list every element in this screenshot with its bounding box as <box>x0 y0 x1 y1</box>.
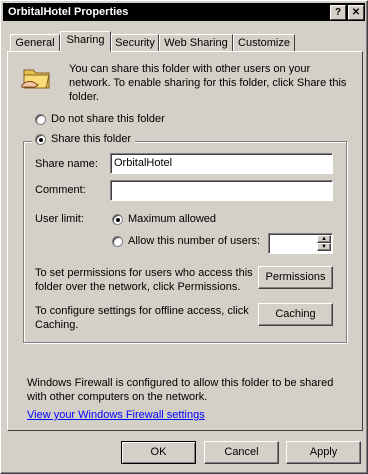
permissions-button-label: Permissions <box>265 271 326 283</box>
tab-customize[interactable]: Customize <box>233 34 295 52</box>
share-name-input[interactable]: OrbitalHotel <box>110 153 333 174</box>
caching-text-1: To configure settings for offline access… <box>35 305 249 317</box>
share-this-folder-label: Share this folder <box>51 133 132 145</box>
tab-general-label: General <box>15 37 55 49</box>
tab-sharing[interactable]: Sharing <box>60 31 111 52</box>
share-name-value: OrbitalHotel <box>114 157 173 169</box>
caching-text-2: Caching. <box>35 319 79 331</box>
tab-web-sharing-label: Web Sharing <box>164 37 228 49</box>
maximum-allowed-option[interactable]: Maximum allowed <box>112 213 242 227</box>
spin-up-button[interactable]: ▲ <box>317 235 331 243</box>
firewall-text-1: Windows Firewall is configured to allow … <box>27 377 334 389</box>
intro-line-3: folder. <box>69 91 99 103</box>
tab-customize-label: Customize <box>238 37 290 49</box>
caching-button[interactable]: Caching <box>258 303 333 326</box>
ok-button[interactable]: OK <box>121 441 196 464</box>
comment-label: Comment: <box>35 184 86 196</box>
comment-input[interactable] <box>110 180 333 201</box>
intro-line-1: You can share this folder with other use… <box>69 63 311 75</box>
tab-security[interactable]: Security <box>111 34 159 52</box>
apply-button-label: Apply <box>309 446 338 458</box>
properties-dialog: OrbitalHotel Properties ? ✕ General Shar… <box>0 0 368 474</box>
cancel-button-label: Cancel <box>224 446 259 458</box>
help-icon: ? <box>334 7 342 18</box>
spin-down-button[interactable]: ▼ <box>317 243 331 251</box>
maximum-allowed-label: Maximum allowed <box>128 213 217 225</box>
intro-line-2: network. To enable sharing for this fold… <box>69 77 347 89</box>
help-button[interactable]: ? <box>330 5 346 20</box>
apply-button[interactable]: Apply <box>286 441 361 464</box>
maximum-allowed-radio[interactable] <box>112 214 123 225</box>
do-not-share-label: Do not share this folder <box>51 113 165 125</box>
title-bar[interactable]: OrbitalHotel Properties ? ✕ <box>3 3 365 21</box>
user-count-spinner[interactable]: ▲ ▼ <box>268 233 333 254</box>
firewall-text-2: with other computers on the network. <box>27 391 208 403</box>
caching-button-label: Caching <box>275 308 316 320</box>
tab-web-sharing[interactable]: Web Sharing <box>159 34 233 52</box>
spin-up-icon: ▲ <box>321 236 327 242</box>
tab-sharing-label: Sharing <box>66 34 105 46</box>
permissions-text-2: folder over the network, click Permissio… <box>35 281 241 293</box>
allow-users-option[interactable]: Allow this number of users: <box>112 235 262 249</box>
share-name-label: Share name: <box>35 158 98 170</box>
close-icon: ✕ <box>351 7 361 18</box>
allow-users-label: Allow this number of users: <box>128 235 261 247</box>
tab-general[interactable]: General <box>10 34 60 52</box>
share-this-folder-radio[interactable] <box>35 134 46 145</box>
user-limit-label: User limit: <box>35 213 84 225</box>
do-not-share-radio[interactable] <box>35 114 46 125</box>
tab-security-label: Security <box>115 37 155 49</box>
permissions-text-1: To set permissions for users who access … <box>35 267 253 279</box>
window-title: OrbitalHotel Properties <box>8 6 129 18</box>
cancel-button[interactable]: Cancel <box>204 441 279 464</box>
firewall-settings-link[interactable]: View your Windows Firewall settings <box>27 409 205 421</box>
shared-folder-icon <box>21 61 53 93</box>
permissions-button[interactable]: Permissions <box>258 266 333 289</box>
spin-down-icon: ▼ <box>321 244 327 250</box>
share-this-folder-option[interactable]: Share this folder <box>32 133 136 147</box>
close-button[interactable]: ✕ <box>348 5 364 20</box>
allow-users-radio[interactable] <box>112 236 123 247</box>
ok-button-label: OK <box>150 446 167 458</box>
do-not-share-option[interactable]: Do not share this folder <box>35 113 205 127</box>
